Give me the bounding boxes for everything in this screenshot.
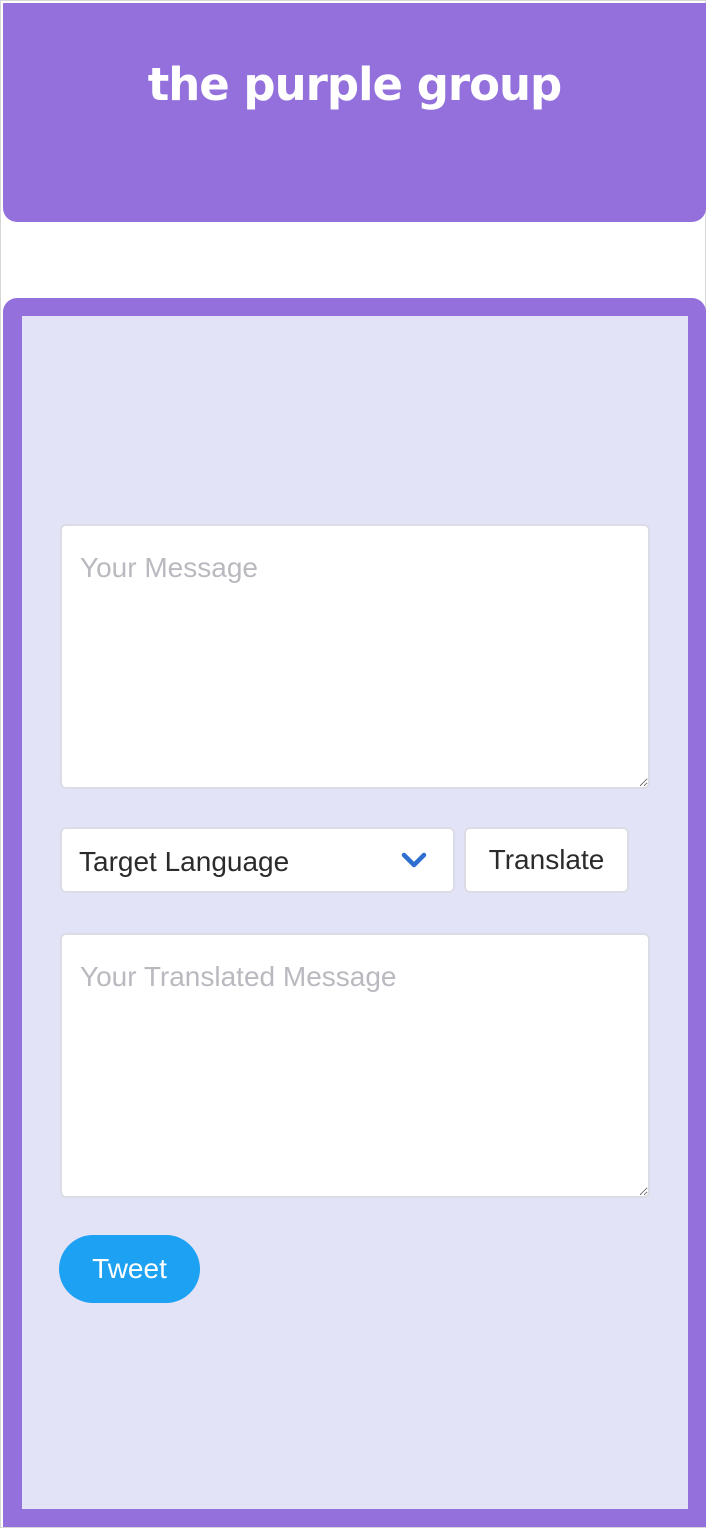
chevron-down-icon [401, 852, 427, 868]
translator-panel: Target Language Translate Tweet [3, 298, 706, 1527]
tweet-button[interactable]: Tweet [59, 1235, 200, 1303]
message-input[interactable] [60, 524, 650, 789]
translated-message-output[interactable] [60, 933, 650, 1198]
target-language-value: Target Language [79, 846, 290, 877]
translate-button[interactable]: Translate [464, 827, 629, 893]
header-banner: the purple group [3, 3, 706, 222]
translator-panel-body: Target Language Translate Tweet [22, 316, 688, 1509]
brand-title: the purple group [147, 58, 563, 111]
target-language-select[interactable]: Target Language [60, 827, 455, 893]
app-frame: the purple group Target Language Transla… [0, 0, 706, 1528]
